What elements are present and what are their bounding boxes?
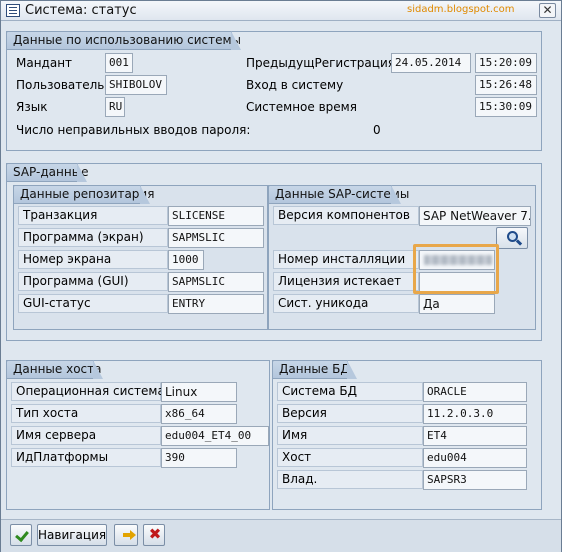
watermark-text: sidadm.blogspot.com: [407, 4, 515, 15]
db-version-label: Версия: [277, 404, 423, 423]
db-name-field[interactable]: ET4: [423, 426, 527, 446]
os-field[interactable]: Linux: [161, 382, 237, 402]
transaction-label: Транзакция: [18, 206, 168, 225]
usage-data-group: Данные по использованию системы Мандант …: [6, 31, 542, 151]
component-version-label: Версия компонентов: [273, 206, 419, 225]
repository-data-group: Данные репозитария Транзакция SLICENSE П…: [13, 185, 268, 330]
component-details-button[interactable]: [496, 227, 528, 249]
os-label: Операционная система: [11, 382, 165, 401]
host-type-label: Тип хоста: [11, 404, 161, 423]
platform-id-label: ИдПлатформы: [11, 448, 161, 467]
unicode-system-field[interactable]: Да: [419, 294, 495, 314]
host-type-field[interactable]: x86_64: [161, 404, 237, 424]
navigation-button[interactable]: Навигация: [37, 524, 107, 546]
window-icon: [6, 4, 20, 17]
checkmark-icon: [15, 528, 29, 542]
platform-id-field[interactable]: 390: [161, 448, 237, 468]
client-label: Мандант: [16, 56, 73, 70]
logon-label: Вход в систему: [246, 78, 344, 92]
continue-button[interactable]: [10, 524, 32, 546]
close-icon[interactable]: ✕: [539, 3, 556, 18]
usage-data-header: Данные по использованию системы: [6, 31, 241, 50]
db-data-header: Данные БД: [272, 360, 357, 379]
host-data-header: Данные хоста: [6, 360, 103, 379]
failed-logons-label: Число неправильных вводов пароля:: [16, 123, 251, 137]
server-name-field[interactable]: edu004_ET4_00: [161, 426, 269, 446]
screen-number-label: Номер экрана: [18, 250, 168, 269]
sap-system-data-header: Данные SAP-системы: [268, 185, 409, 204]
component-version-field[interactable]: SAP NetWeaver 7...: [419, 206, 531, 226]
server-name-label: Имя сервера: [11, 426, 161, 445]
db-system-label: Система БД: [277, 382, 423, 401]
program-screen-label: Программа (экран): [18, 228, 168, 247]
highlight-box: [413, 244, 499, 294]
license-expires-label: Лицензия истекает: [273, 272, 419, 291]
db-owner-field[interactable]: SAPSR3: [423, 470, 527, 490]
db-version-field[interactable]: 11.2.0.3.0: [423, 404, 527, 424]
cancel-icon: ✖: [148, 525, 162, 543]
program-gui-field[interactable]: SAPMSLIC: [168, 272, 264, 292]
previous-logon-time-field[interactable]: 15:20:09: [475, 53, 537, 73]
db-host-label: Хост: [277, 448, 423, 467]
navigate-button[interactable]: [114, 524, 138, 546]
db-host-field[interactable]: edu004: [423, 448, 527, 468]
installation-number-label: Номер инсталляции: [273, 250, 419, 269]
title-bar: Система: статус sidadm.blogspot.com ✕: [1, 1, 561, 21]
transaction-field[interactable]: SLICENSE: [168, 206, 264, 226]
program-screen-field[interactable]: SAPMSLIC: [168, 228, 264, 248]
unicode-system-label: Сист. уникода: [273, 294, 419, 313]
screen-number-field[interactable]: 1000: [168, 250, 204, 270]
previous-logon-label: ПредыдущРегистрация: [246, 56, 395, 70]
logon-time-field[interactable]: 15:26:48: [475, 75, 537, 95]
system-status-window: Система: статус sidadm.blogspot.com ✕ Да…: [0, 0, 562, 552]
window-title: Система: статус: [25, 3, 137, 18]
gui-status-field[interactable]: ENTRY: [168, 294, 264, 314]
system-time-field[interactable]: 15:30:09: [475, 97, 537, 117]
db-owner-label: Влад.: [277, 470, 423, 489]
repository-data-header: Данные репозитария: [13, 185, 154, 204]
sap-data-header: SAP-данные: [6, 163, 89, 182]
language-label: Язык: [16, 100, 48, 114]
cancel-button[interactable]: ✖: [143, 524, 165, 546]
previous-logon-date-field[interactable]: 24.05.2014: [391, 53, 471, 73]
system-time-label: Системное время: [246, 100, 357, 114]
db-system-field[interactable]: ORACLE: [423, 382, 527, 402]
footer-toolbar: Навигация ✖: [1, 519, 561, 552]
language-field[interactable]: RU: [105, 97, 125, 117]
program-gui-label: Программа (GUI): [18, 272, 168, 291]
failed-logons-value: 0: [373, 123, 381, 137]
db-data-group: Данные БД Система БД ORACLE Версия 11.2.…: [272, 360, 542, 510]
db-name-label: Имя: [277, 426, 423, 445]
user-field[interactable]: SHIBOLOV: [105, 75, 167, 95]
client-field[interactable]: 001: [105, 53, 133, 73]
host-data-group: Данные хоста Операционная система Linux …: [6, 360, 270, 510]
user-label: Пользователь: [16, 78, 105, 92]
gui-status-label: GUI-статус: [18, 294, 168, 313]
arrow-right-icon: [121, 528, 136, 542]
